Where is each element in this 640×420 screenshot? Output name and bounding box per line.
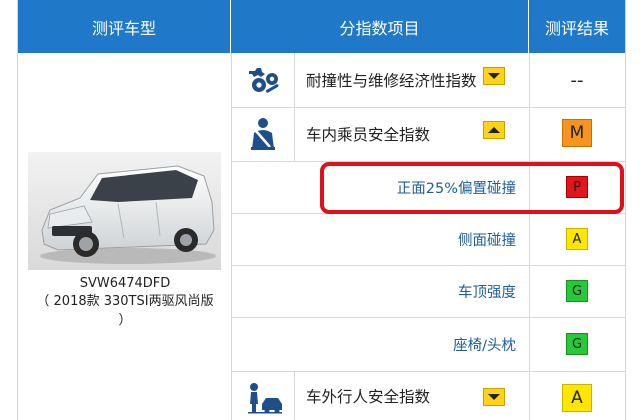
header-items-label: 分指数项目: [339, 18, 420, 38]
row-side-label: 侧面碰撞: [318, 213, 516, 265]
durability-expand-button[interactable]: [483, 67, 505, 85]
divider: [231, 53, 232, 420]
vehicle-photo: [28, 152, 221, 270]
header-model-label: 测评车型: [91, 18, 156, 38]
divider: [294, 371, 295, 420]
row-pedestrian-label: 车外行人安全指数: [306, 371, 430, 420]
row-pedestrian-text: 车外行人安全指数: [306, 387, 431, 406]
header-result: 测评结果: [529, 0, 625, 53]
roof-result-text: G: [571, 283, 583, 299]
roof-result-badge: G: [566, 280, 588, 302]
pedestrian-car-icon: [243, 378, 287, 418]
occupant-result-badge: M: [562, 119, 592, 147]
row-durability-label: 耐撞性与维修经济性指数: [306, 53, 477, 107]
vehicle-model-code: SVW6474DFD: [25, 275, 225, 293]
durability-result: --: [529, 53, 625, 107]
occupant-result-text: M: [569, 123, 585, 143]
row-seat-label: 座椅/头枕: [318, 317, 516, 371]
row-seat-text: 座椅/头枕: [453, 337, 516, 354]
row-roof-text: 车顶强度: [458, 284, 516, 301]
seat-result-text: G: [571, 336, 583, 352]
divider: [529, 53, 530, 420]
highlight-box: [320, 162, 624, 214]
vehicle-model-desc-end: ）: [25, 312, 225, 330]
row-durability-text: 耐撞性与维修经济性指数: [306, 72, 477, 90]
seatbelt-occupant-icon: [243, 112, 283, 156]
durability-result-text: --: [570, 69, 584, 91]
row-side-text: 侧面碰撞: [458, 232, 516, 249]
occupant-collapse-button[interactable]: [483, 121, 505, 139]
chevron-up-icon: [488, 127, 500, 133]
chevron-down-icon: [488, 73, 500, 79]
side-result-badge: A: [566, 228, 588, 250]
vehicle-model-desc-line2: ）: [118, 313, 132, 328]
pedestrian-result-badge: A: [562, 384, 592, 412]
pedestrian-result-text: A: [571, 388, 583, 408]
vehicle-model-desc-line1: （ 2018款 330TSI两驱风尚版: [36, 294, 214, 309]
pedestrian-expand-button[interactable]: [483, 388, 505, 406]
side-result-text: A: [572, 231, 582, 247]
vehicle-model-desc: （ 2018款 330TSI两驱风尚版: [25, 293, 225, 311]
seat-result-badge: G: [566, 333, 588, 355]
vehicle-model-code-text: SVW6474DFD: [79, 276, 171, 291]
header-result-label: 测评结果: [544, 18, 609, 38]
header-items: 分指数项目: [231, 0, 529, 53]
wrench-gears-icon: [243, 60, 283, 100]
row-occupant-text: 车内乘员安全指数: [306, 126, 431, 144]
chevron-down-icon: [488, 394, 500, 400]
row-occupant-label: 车内乘员安全指数: [306, 107, 430, 161]
row-roof-label: 车顶强度: [318, 265, 516, 317]
header-model: 测评车型: [18, 0, 231, 53]
